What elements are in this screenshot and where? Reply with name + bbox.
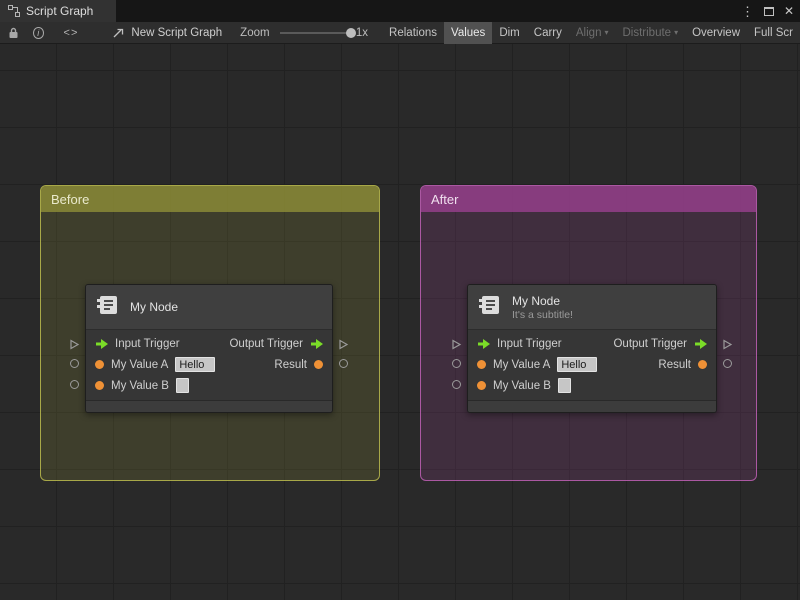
group-after-label: After (431, 191, 459, 207)
unit-icon (478, 293, 502, 322)
overview-button[interactable]: Overview (685, 22, 747, 44)
value-a-port-icon[interactable] (477, 360, 486, 369)
external-value-a-connector[interactable] (70, 359, 79, 368)
close-icon[interactable]: ✕ (784, 5, 794, 17)
value-a-label: My Value A (111, 358, 169, 371)
toolbar-button-group: Relations Values Dim Carry Align ▾ Distr… (382, 21, 800, 44)
group-after-header[interactable]: After (421, 186, 756, 212)
unity-visual-scripting-window: Script Graph ⋮ ✕ i <> New Script Graph Z… (0, 0, 800, 600)
align-button[interactable]: Align ▾ (569, 22, 616, 44)
value-a-input[interactable] (175, 357, 216, 372)
title-bar: Script Graph ⋮ ✕ (0, 0, 800, 22)
graph-title[interactable]: New Script Graph (131, 27, 222, 39)
values-button[interactable]: Values (444, 21, 493, 44)
zoom-slider[interactable] (279, 27, 356, 39)
value-b-port-icon[interactable] (95, 381, 104, 390)
output-trigger-port-icon[interactable] (310, 338, 323, 349)
result-port-icon[interactable] (314, 360, 323, 369)
chevron-down-icon: ▾ (604, 28, 609, 37)
external-value-a-connector[interactable] (452, 359, 461, 368)
external-value-b-connector[interactable] (452, 380, 461, 389)
zoom-label: Zoom (240, 26, 270, 39)
unit-icon (96, 293, 120, 322)
result-label: Result (274, 358, 307, 371)
relations-button[interactable]: Relations (382, 22, 444, 44)
value-a-label: My Value A (493, 358, 551, 371)
result-port-icon[interactable] (698, 360, 707, 369)
tab-script-graph[interactable]: Script Graph (0, 0, 116, 22)
zoom-slider-knob[interactable] (345, 27, 356, 38)
value-b-label: My Value B (111, 379, 169, 392)
external-result-connector[interactable] (339, 359, 348, 368)
node-header[interactable]: My Node (86, 285, 332, 330)
align-label: Align (575, 26, 602, 39)
zoom-value: 1x (355, 26, 369, 39)
value-a-port-icon[interactable] (95, 360, 104, 369)
output-trigger-label: Output Trigger (613, 337, 687, 350)
value-b-port-icon[interactable] (477, 381, 486, 390)
result-label: Result (658, 358, 691, 371)
output-trigger-label: Output Trigger (229, 337, 303, 350)
distribute-label: Distribute (622, 26, 672, 39)
graph-canvas[interactable]: Before After My Node Input Trigger Outpu… (0, 44, 800, 600)
lock-icon[interactable] (8, 27, 19, 39)
node-header[interactable]: My Node It's a subtitle! (468, 285, 716, 330)
chevron-down-icon: ▾ (674, 28, 679, 37)
value-b-label: My Value B (493, 379, 551, 392)
node-title: My Node (130, 300, 179, 314)
group-before-header[interactable]: Before (41, 186, 379, 212)
input-trigger-port-icon[interactable] (95, 338, 108, 349)
input-trigger-label: Input Trigger (115, 337, 180, 350)
external-value-b-connector[interactable] (70, 380, 79, 389)
dim-button[interactable]: Dim (492, 22, 526, 44)
external-trigger-out-connector[interactable] (338, 337, 349, 355)
distribute-button[interactable]: Distribute ▾ (615, 22, 685, 44)
output-trigger-port-icon[interactable] (694, 338, 707, 349)
window-menu-icon[interactable]: ⋮ (741, 5, 754, 18)
code-preview-icon[interactable]: <> (64, 27, 79, 39)
node-my-node-after[interactable]: My Node It's a subtitle! Input Trigger O… (467, 284, 717, 413)
graph-toolbar: i <> New Script Graph Zoom 1x Relations … (0, 21, 800, 44)
info-icon[interactable]: i (33, 26, 44, 39)
node-footer (468, 400, 716, 412)
graph-breadcrumb-icon (112, 27, 125, 39)
node-my-node-before[interactable]: My Node Input Trigger Output Trigger My … (85, 284, 333, 413)
external-trigger-in-connector[interactable] (451, 337, 462, 355)
input-trigger-label: Input Trigger (497, 337, 562, 350)
script-graph-icon (8, 5, 20, 17)
node-title: My Node (512, 293, 561, 308)
node-footer (86, 400, 332, 412)
value-a-input[interactable] (557, 357, 598, 372)
maximize-icon[interactable] (763, 6, 774, 16)
external-trigger-out-connector[interactable] (722, 337, 733, 355)
group-before-label: Before (51, 191, 90, 207)
value-b-input[interactable] (175, 378, 189, 393)
node-subtitle: It's a subtitle! (512, 308, 573, 321)
carry-button[interactable]: Carry (527, 22, 569, 44)
external-trigger-in-connector[interactable] (69, 337, 80, 355)
tab-title: Script Graph (26, 4, 94, 18)
external-result-connector[interactable] (723, 359, 732, 368)
zoom-slider-track (279, 31, 348, 34)
input-trigger-port-icon[interactable] (477, 338, 490, 349)
fullscreen-button[interactable]: Full Scr (747, 22, 800, 44)
value-b-input[interactable] (557, 378, 571, 393)
